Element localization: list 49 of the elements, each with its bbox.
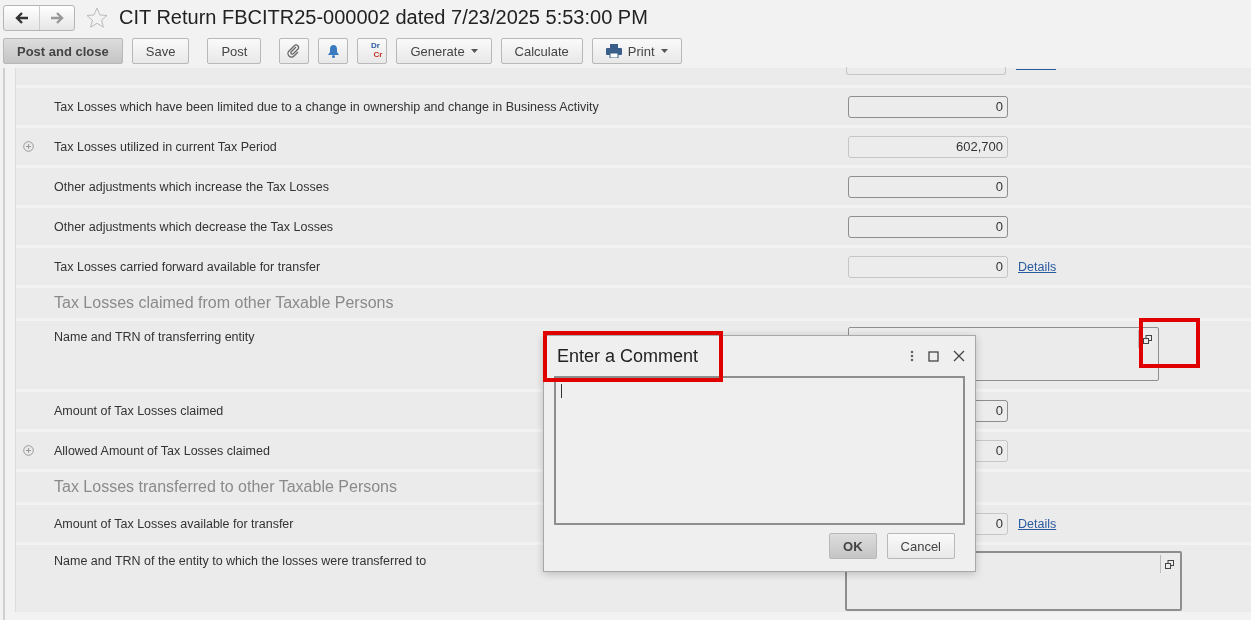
dialog-button[interactable]: Cancel (886, 533, 955, 559)
caret-icon (660, 49, 668, 53)
details-link[interactable]: Details (1018, 516, 1057, 531)
paperclip-icon (287, 44, 302, 58)
maximize-icon[interactable] (928, 350, 939, 362)
close-icon[interactable] (953, 350, 965, 362)
field-label: Name and TRN of transferring entity (54, 329, 256, 344)
field-label: Amount of Tax Losses available for transfer (54, 516, 295, 531)
dialog-title: Enter a Comment (556, 345, 700, 367)
number-field[interactable]: 0 (848, 95, 1008, 118)
pop-out-icon (1143, 334, 1152, 344)
number-field: 0 (848, 255, 1008, 278)
printer-icon (605, 44, 622, 58)
toolbar-button[interactable]: Calculate (500, 38, 583, 64)
more-icon[interactable] (910, 350, 914, 362)
input-field[interactable] (846, 66, 1006, 75)
number-field[interactable]: 0 (848, 215, 1008, 238)
menu-button[interactable]: Generate (396, 38, 492, 64)
field-label: Other adjustments which decrease the Tax Losses (54, 219, 335, 234)
field-label: Tax Losses utilized in current Tax Period (54, 139, 278, 154)
expand-icon[interactable] (23, 445, 34, 456)
field-label: Tax Losses carried forward available for transfer (54, 259, 322, 274)
back-arrow-icon (14, 11, 29, 24)
caret-icon (470, 49, 478, 53)
details-link[interactable]: Details (1018, 259, 1057, 274)
toolbar-button[interactable]: Post (207, 38, 262, 64)
field-label: Allowed Amount of Tax Losses claimed (54, 443, 271, 458)
notification-button[interactable] (318, 38, 349, 64)
window-title: CIT Return FBCITR25-000002 dated 7/23/2025 5:53:00 PM (119, 6, 648, 29)
forward-arrow-icon (50, 11, 64, 24)
expand-icon[interactable] (23, 141, 34, 152)
number-field[interactable]: 0 (848, 175, 1008, 198)
pop-out-icon (1165, 559, 1174, 569)
number-field: 602,700 (848, 135, 1008, 158)
field-label: Tax Losses which have been limited due to a change in ownership and change in Business Activity (54, 99, 600, 114)
section-heading: Tax Losses claimed from other Taxable Persons (54, 294, 395, 312)
debit-credit-button[interactable]: Dr Cr (357, 38, 388, 64)
attach-button[interactable] (279, 38, 310, 64)
field-label: Name and TRN of the entity to which the losses were transferred to (54, 553, 428, 568)
bell-icon (326, 44, 340, 58)
toolbar-button[interactable]: Post and close (3, 38, 123, 64)
print-button[interactable]: Print (591, 38, 682, 64)
section-heading: Tax Losses transferred to other Taxable Persons (54, 478, 398, 496)
toolbar-button[interactable]: Save (131, 38, 190, 64)
highlight-frame (1139, 318, 1200, 368)
dialog-button[interactable]: OK (829, 533, 877, 559)
star-icon[interactable] (85, 5, 109, 30)
field-label: Amount of Tax Losses claimed (54, 403, 225, 418)
field-label: Other adjustments which increase the Tax Losses (54, 179, 330, 194)
